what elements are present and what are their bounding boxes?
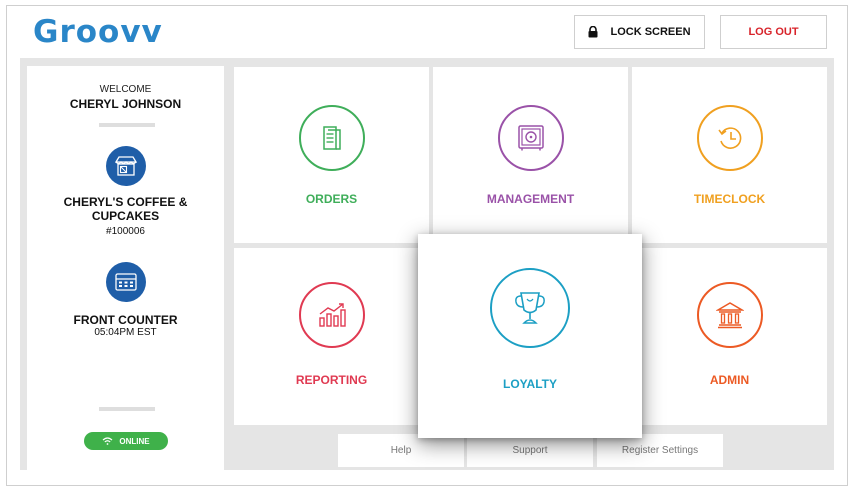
wifi-icon [102,437,113,445]
register-settings-label: Register Settings [621,445,699,456]
register-name: FRONT COUNTER [73,313,178,327]
management-tile[interactable]: MANAGEMENT [433,67,628,243]
current-time: 05:04PM EST [94,327,157,338]
online-status-label: ONLINE [119,436,150,446]
register-icon [106,262,146,302]
user-name: CHERYL JOHNSON [69,97,182,111]
register-settings-button[interactable]: Register Settings [597,434,723,467]
support-label: Support [512,445,548,456]
welcome-text: WELCOME [99,84,152,95]
store-number: #100006 [106,226,145,237]
orders-label: ORDERS [305,192,358,206]
store-icon [106,146,146,186]
lock-screen-button[interactable]: LOCK SCREEN [574,15,705,49]
sidebar-info-panel: WELCOME CHERYL JOHNSON CHERYL'S COFFEE &… [27,66,224,471]
help-label: Help [390,445,412,456]
timeclock-tile[interactable]: TIMECLOCK [632,67,827,243]
divider [99,123,155,127]
log-out-button[interactable]: LOG OUT [720,15,827,49]
support-button[interactable]: Support [467,434,593,467]
lock-screen-label: LOCK SCREEN [610,26,691,38]
lock-icon [588,26,598,38]
bar-chart-icon [298,282,365,348]
log-out-label: LOG OUT [748,26,799,38]
management-label: MANAGEMENT [486,192,575,206]
timeclock-label: TIMECLOCK [693,192,766,206]
store-name: CHERYL'S COFFEE & CUPCAKES [63,195,188,223]
groovv-logo: Groovv [33,14,163,50]
bank-icon [696,282,763,348]
help-button[interactable]: Help [338,434,464,467]
trophy-icon [490,268,570,348]
reporting-label: REPORTING [295,373,368,387]
reporting-tile[interactable]: REPORTING [234,248,429,425]
admin-tile[interactable]: ADMIN [632,248,827,425]
admin-label: ADMIN [709,373,750,387]
safe-icon [497,105,564,171]
loyalty-label: LOYALTY [502,377,557,391]
loyalty-tile[interactable]: LOYALTY [418,234,642,438]
orders-tile[interactable]: ORDERS [234,67,429,243]
divider [99,407,155,411]
history-clock-icon [696,105,763,171]
receipt-icon [298,105,365,171]
online-status-badge: ONLINE [84,432,168,450]
